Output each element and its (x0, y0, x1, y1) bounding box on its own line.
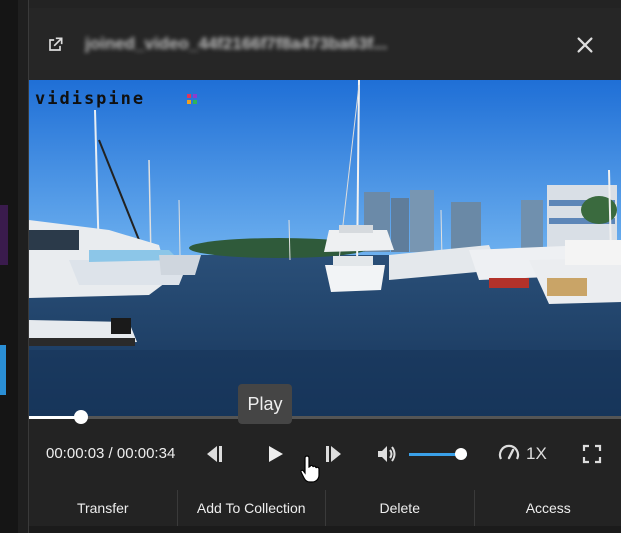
delete-button[interactable]: Delete (326, 490, 475, 526)
fullscreen-icon[interactable] (580, 442, 604, 466)
access-button[interactable]: Access (475, 490, 621, 526)
seek-bar[interactable] (29, 410, 621, 424)
open-in-new-icon[interactable] (45, 35, 65, 55)
video-title: joined_video_44f2166f7f8a473ba63f... (85, 34, 388, 53)
play-icon[interactable] (263, 442, 287, 466)
dialog-footer (29, 526, 621, 533)
volume-slider-handle[interactable] (455, 448, 468, 460)
app-root: joined_video_44f2166f7f8a473ba63f... vid… (0, 0, 621, 533)
volume-icon[interactable] (375, 442, 399, 466)
action-bar: Transfer Add To Collection Delete Access (29, 490, 621, 526)
skip-next-icon[interactable] (321, 442, 345, 466)
background-selection-marker (0, 345, 6, 395)
close-icon[interactable] (574, 34, 596, 56)
player-controls: 00:00:03 / 00:00:34 1X (29, 426, 621, 482)
add-to-collection-button[interactable]: Add To Collection (178, 490, 326, 526)
transfer-button[interactable]: Transfer (29, 490, 178, 526)
speedometer-icon (498, 444, 520, 460)
video-frame[interactable]: vidispine (29, 80, 621, 418)
skip-previous-icon[interactable] (203, 442, 227, 466)
play-tooltip: Play (238, 384, 292, 424)
svg-text:vidispine: vidispine (35, 89, 145, 109)
dialog-header: joined_video_44f2166f7f8a473ba63f... (29, 8, 621, 80)
page-scrollbar[interactable] (18, 0, 44, 533)
playback-speed-button[interactable]: 1X (497, 442, 547, 466)
playback-speed-label: 1X (526, 444, 547, 463)
video-scene-image (29, 80, 621, 418)
background-thumbnail (0, 205, 8, 265)
time-display: 00:00:03 / 00:00:34 (46, 445, 176, 462)
vidispine-watermark: vidispine (35, 88, 215, 110)
video-preview-dialog: joined_video_44f2166f7f8a473ba63f... vid… (28, 0, 621, 533)
seek-bar-handle[interactable] (74, 410, 89, 424)
